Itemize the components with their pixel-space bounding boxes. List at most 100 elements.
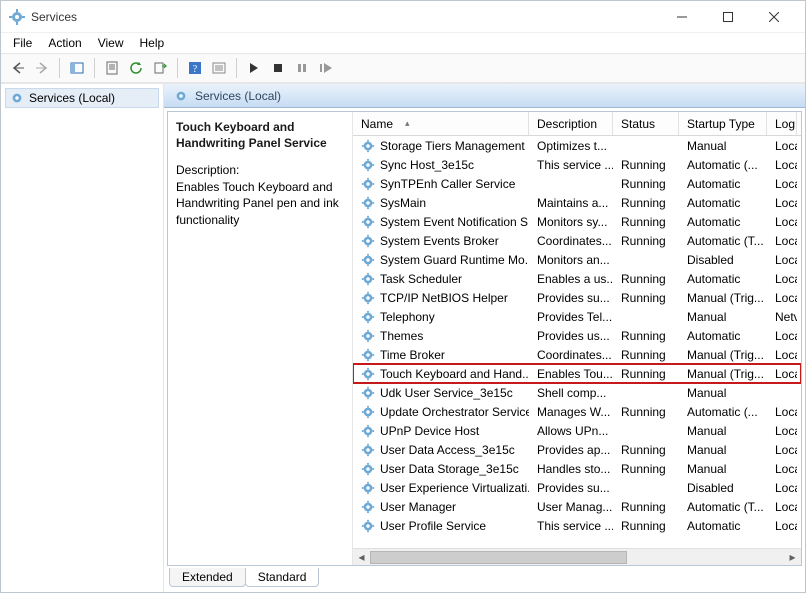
cell-description: Provides ap... (529, 443, 613, 457)
pause-service-button[interactable] (291, 57, 313, 79)
column-header-description[interactable]: Description (529, 112, 613, 135)
service-row[interactable]: UPnP Device HostAllows UPn...ManualLoca (353, 421, 801, 440)
cell-name: User Profile Service (353, 519, 529, 533)
scroll-right-icon[interactable]: ▸ (784, 549, 801, 566)
cell-name: Task Scheduler (353, 272, 529, 286)
cell-name: User Data Storage_3e15c (353, 462, 529, 476)
service-row[interactable]: Update Orchestrator ServiceManages W...R… (353, 402, 801, 421)
restart-service-button[interactable] (315, 57, 337, 79)
cell-status: Running (613, 329, 679, 343)
cell-name: Update Orchestrator Service (353, 405, 529, 419)
minimize-button[interactable] (659, 1, 705, 32)
service-row[interactable]: Sync Host_3e15cThis service ...RunningAu… (353, 155, 801, 174)
cell-startup: Manual (Trig... (679, 291, 767, 305)
cell-status: Running (613, 405, 679, 419)
cell-startup: Automatic (679, 519, 767, 533)
gear-icon (361, 234, 375, 248)
show-hide-tree-button[interactable] (66, 57, 88, 79)
cell-name: System Guard Runtime Mo... (353, 253, 529, 267)
service-row[interactable]: Touch Keyboard and Hand...Enables Tou...… (353, 364, 801, 383)
gear-icon (361, 424, 375, 438)
service-row[interactable]: User Data Storage_3e15cHandles sto...Run… (353, 459, 801, 478)
column-header-logon[interactable]: Log (767, 112, 797, 135)
service-row[interactable]: TCP/IP NetBIOS HelperProvides su...Runni… (353, 288, 801, 307)
cell-status: Running (613, 348, 679, 362)
start-service-button[interactable] (243, 57, 265, 79)
service-row[interactable]: Udk User Service_3e15cShell comp...Manua… (353, 383, 801, 402)
scrollbar-track[interactable] (370, 550, 784, 565)
cell-status: Running (613, 234, 679, 248)
cell-logon: Loca (767, 348, 797, 362)
tree-root-services-local[interactable]: Services (Local) (5, 88, 159, 108)
cell-logon: Loca (767, 367, 797, 381)
menu-help[interactable]: Help (132, 34, 173, 52)
cell-description: Provides Tel... (529, 310, 613, 324)
titlebar[interactable]: Services (1, 1, 805, 32)
menu-action[interactable]: Action (40, 34, 89, 52)
tab-standard[interactable]: Standard (245, 568, 320, 587)
menu-file[interactable]: File (5, 34, 40, 52)
export-button[interactable] (149, 57, 171, 79)
description-label: Description: (176, 163, 344, 177)
gear-icon (361, 329, 375, 343)
cell-logon: Loca (767, 405, 797, 419)
refresh-button[interactable] (125, 57, 147, 79)
cell-name: Sync Host_3e15c (353, 158, 529, 172)
cell-name: Touch Keyboard and Hand... (353, 367, 529, 381)
back-button[interactable] (7, 57, 29, 79)
grid-body[interactable]: Storage Tiers ManagementOptimizes t...Ma… (353, 136, 801, 548)
cell-name: User Manager (353, 500, 529, 514)
service-row[interactable]: Time BrokerCoordinates...RunningManual (… (353, 345, 801, 364)
service-name-text: System Events Broker (380, 234, 499, 248)
scrollbar-thumb[interactable] (370, 551, 627, 564)
column-header-status[interactable]: Status (613, 112, 679, 135)
menu-view[interactable]: View (90, 34, 132, 52)
close-button[interactable] (751, 1, 797, 32)
cell-name: Themes (353, 329, 529, 343)
tree-pane[interactable]: Services (Local) (1, 84, 164, 592)
cell-name: System Events Broker (353, 234, 529, 248)
help-button[interactable]: ? (184, 57, 206, 79)
cell-description: User Manag... (529, 500, 613, 514)
gear-icon (361, 405, 375, 419)
cell-description: Provides su... (529, 291, 613, 305)
service-row[interactable]: Storage Tiers ManagementOptimizes t...Ma… (353, 136, 801, 155)
cell-status: Running (613, 272, 679, 286)
stop-service-button[interactable] (267, 57, 289, 79)
column-header-name[interactable]: Name▴ (353, 112, 529, 135)
menubar: File Action View Help (1, 32, 805, 53)
tab-extended[interactable]: Extended (169, 568, 246, 587)
cell-status: Running (613, 158, 679, 172)
maximize-button[interactable] (705, 1, 751, 32)
service-row[interactable]: TelephonyProvides Tel...ManualNetv (353, 307, 801, 326)
cell-status: Running (613, 215, 679, 229)
cell-startup: Disabled (679, 253, 767, 267)
properties-button[interactable] (101, 57, 123, 79)
cell-description: Coordinates... (529, 348, 613, 362)
column-header-startup[interactable]: Startup Type (679, 112, 767, 135)
services-window: Services File Action View Help ? (0, 0, 806, 593)
service-row[interactable]: System Events BrokerCoordinates...Runnin… (353, 231, 801, 250)
service-row[interactable]: System Guard Runtime Mo...Monitors an...… (353, 250, 801, 269)
cell-startup: Automatic (679, 329, 767, 343)
forward-button[interactable] (31, 57, 53, 79)
service-row[interactable]: User Data Access_3e15cProvides ap...Runn… (353, 440, 801, 459)
service-row[interactable]: User Experience Virtualizati...Provides … (353, 478, 801, 497)
service-row[interactable]: SynTPEnh Caller ServiceRunningAutomaticL… (353, 174, 801, 193)
service-row[interactable]: User ManagerUser Manag...RunningAutomati… (353, 497, 801, 516)
cell-name: User Data Access_3e15c (353, 443, 529, 457)
action-list-button[interactable] (208, 57, 230, 79)
cell-description: Maintains a... (529, 196, 613, 210)
service-row[interactable]: SysMainMaintains a...RunningAutomaticLoc… (353, 193, 801, 212)
service-row[interactable]: ThemesProvides us...RunningAutomaticLoca (353, 326, 801, 345)
horizontal-scrollbar[interactable]: ◂ ▸ (353, 548, 801, 565)
cell-status: Running (613, 519, 679, 533)
scroll-left-icon[interactable]: ◂ (353, 549, 370, 566)
service-row[interactable]: Task SchedulerEnables a us...RunningAuto… (353, 269, 801, 288)
cell-name: SynTPEnh Caller Service (353, 177, 529, 191)
service-row[interactable]: User Profile ServiceThis service ...Runn… (353, 516, 801, 535)
cell-status: Running (613, 177, 679, 191)
service-name-text: Task Scheduler (380, 272, 462, 286)
cell-logon: Loca (767, 234, 797, 248)
service-row[interactable]: System Event Notification S...Monitors s… (353, 212, 801, 231)
